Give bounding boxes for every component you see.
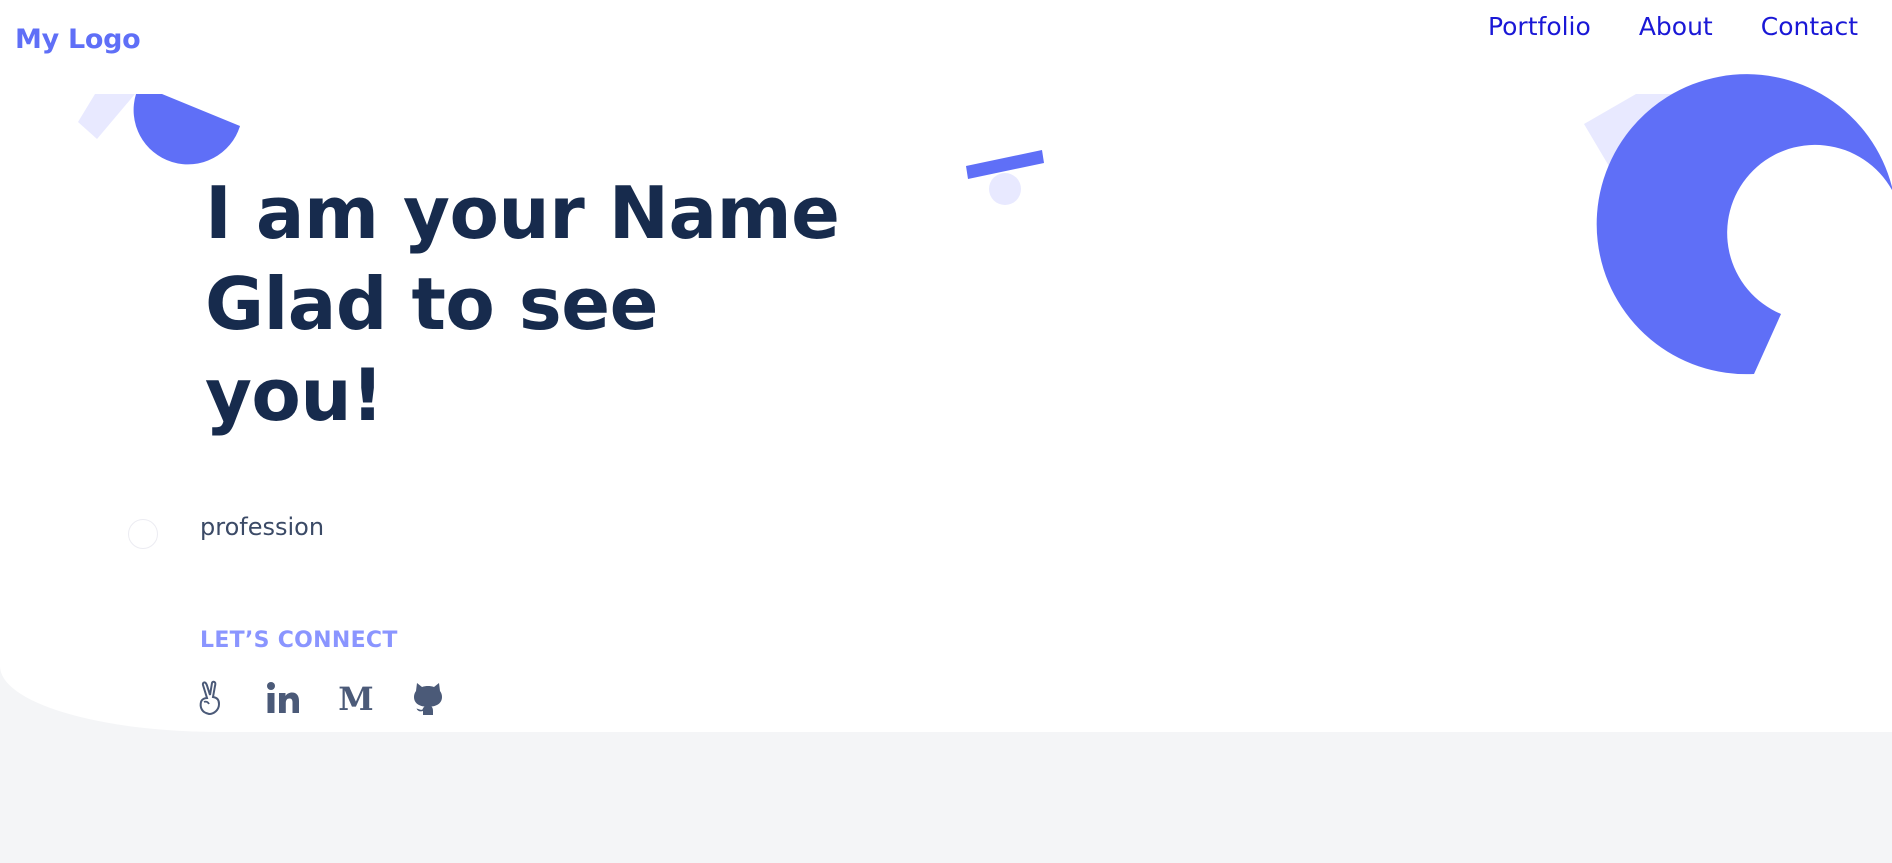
nav-link-about[interactable]: About xyxy=(1639,12,1713,41)
logo[interactable]: My Logo xyxy=(15,24,141,55)
decor-blue-arc xyxy=(1596,74,1892,375)
svg-text:M: M xyxy=(339,680,373,716)
nav-link-contact[interactable]: Contact xyxy=(1761,12,1858,41)
angellist-icon[interactable] xyxy=(198,680,224,720)
headline-line-3: you! xyxy=(205,353,384,437)
headline-line-2: Glad to see xyxy=(205,262,658,346)
github-icon[interactable] xyxy=(412,680,444,720)
headline-line-1: I am your Name xyxy=(205,171,840,255)
hero-section: My Logo Portfolio About Contact I am you… xyxy=(0,0,1892,732)
decor-blue-semicircle xyxy=(133,94,240,165)
nav-link-portfolio[interactable]: Portfolio xyxy=(1488,12,1591,41)
decor-light-parallelogram xyxy=(78,94,135,139)
hero-headline: I am your Name Glad to see you! xyxy=(205,168,905,441)
connect-heading: LET’S CONNECT xyxy=(200,628,398,653)
profession-bullet xyxy=(128,519,158,549)
decor-light-circle xyxy=(989,173,1021,205)
profession-text: profession xyxy=(200,513,325,541)
main-nav: Portfolio About Contact xyxy=(1488,12,1858,41)
medium-icon[interactable]: M xyxy=(338,680,373,720)
linkedin-icon[interactable] xyxy=(266,680,300,720)
